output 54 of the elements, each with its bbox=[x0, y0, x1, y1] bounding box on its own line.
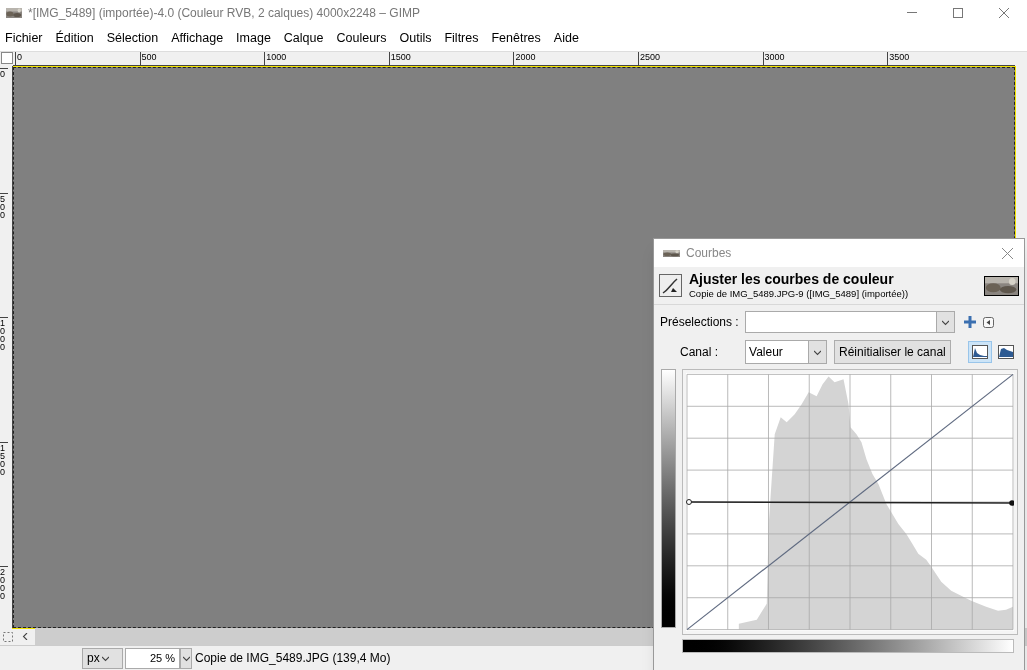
ruler-corner-button[interactable] bbox=[1, 52, 13, 64]
dialog-subtitle: Copie de IMG_5489.JPG-9 ([IMG_5489] (importée)) bbox=[689, 288, 909, 300]
ruler-label: 2000 bbox=[513, 52, 536, 65]
presets-label: Préselections : bbox=[660, 314, 739, 331]
ruler-label: 500 bbox=[0, 192, 8, 219]
zoom-field[interactable]: 25 % bbox=[125, 647, 180, 669]
menu-item[interactable]: Aide bbox=[553, 28, 579, 48]
menu-item[interactable]: Calque bbox=[283, 28, 324, 48]
histogram-icon bbox=[998, 345, 1014, 359]
ruler-label: 1000 bbox=[264, 52, 287, 65]
ruler-label: 2000 bbox=[0, 566, 8, 601]
dialog-heading: Ajuster les courbes de couleur bbox=[689, 271, 895, 288]
reset-channel-button[interactable]: Réinitialiser le canal bbox=[834, 340, 951, 364]
menu-item[interactable]: Filtres bbox=[444, 28, 479, 48]
unit-dropdown[interactable]: px bbox=[82, 647, 123, 669]
close-icon bbox=[1001, 247, 1013, 259]
chevron-down-icon bbox=[182, 654, 190, 662]
ruler-label: 1500 bbox=[388, 52, 411, 65]
menu-item[interactable]: Couleurs bbox=[336, 28, 387, 48]
chevron-down-icon bbox=[941, 318, 949, 326]
menu-item[interactable]: Image bbox=[236, 28, 271, 48]
status-text: Copie de IMG_5489.JPG (139,4 Mo) bbox=[195, 650, 391, 667]
curves-tool-icon bbox=[659, 274, 682, 297]
chevron-left-icon bbox=[21, 633, 29, 640]
zoom-dropdown-button[interactable] bbox=[180, 647, 192, 669]
menu-item[interactable]: Affichage bbox=[171, 28, 224, 48]
ruler-label: 3000 bbox=[762, 52, 785, 65]
ruler-label: 0 bbox=[15, 52, 22, 65]
chevron-down-icon bbox=[101, 654, 109, 662]
ruler-label: 500 bbox=[139, 52, 157, 65]
ruler-label: 1500 bbox=[0, 441, 8, 476]
ruler-label: 0 bbox=[0, 68, 8, 78]
menu-item[interactable]: Fichier bbox=[5, 28, 43, 48]
menu-item[interactable]: Édition bbox=[55, 28, 94, 48]
chevron-down-icon bbox=[814, 348, 822, 356]
histogram-icon bbox=[972, 345, 988, 359]
menu-item[interactable]: Fenêtres bbox=[491, 28, 541, 48]
ruler-label: 3500 bbox=[887, 52, 910, 65]
channel-dropdown[interactable]: Valeur bbox=[745, 340, 828, 364]
maximize-icon bbox=[953, 7, 963, 18]
add-icon[interactable] bbox=[963, 316, 976, 328]
menu-item[interactable]: Outils bbox=[399, 28, 432, 48]
menu-item[interactable]: Sélection bbox=[106, 28, 159, 48]
minimize-icon bbox=[907, 12, 917, 13]
scroll-left-button[interactable] bbox=[21, 631, 29, 642]
ruler-label: 2500 bbox=[638, 52, 661, 65]
linear-histogram-button[interactable] bbox=[968, 341, 992, 363]
presets-dropdown[interactable] bbox=[744, 311, 955, 333]
dialog-title: Courbes bbox=[686, 245, 732, 262]
ruler-label: 1000 bbox=[0, 317, 8, 352]
quick-mask-icon[interactable] bbox=[3, 631, 13, 642]
channel-label: Canal : bbox=[680, 344, 719, 361]
close-icon bbox=[999, 7, 1009, 18]
window-title: *[IMG_5489] (importée)-4.0 (Couleur RVB, 2 calques) 4000x2248 – GIMP bbox=[28, 4, 420, 22]
